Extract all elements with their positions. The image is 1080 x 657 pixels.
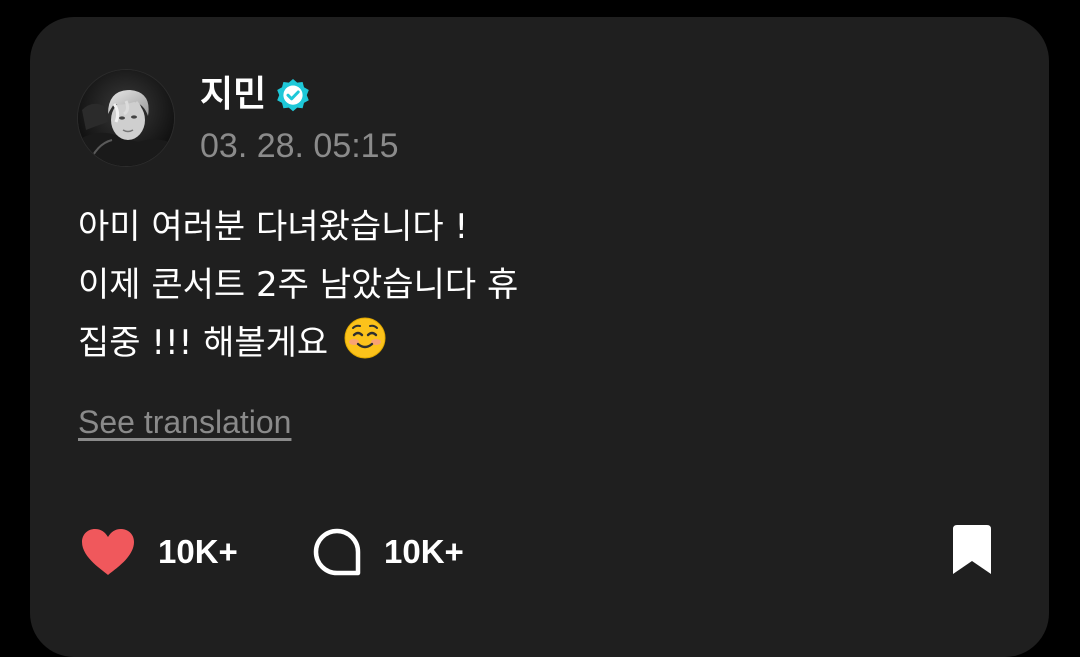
post-body: 아미 여러분 다녀왔습니다 ! 이제 콘서트 2주 남았습니다 휴 집중 !!!… bbox=[78, 198, 998, 372]
post-actions-bar: 10K+ 10K+ bbox=[30, 522, 1049, 582]
post-card: 지민 03. 28. 05:15 아미 여러분 다녀왔습니다 ! 이제 콘서트 … bbox=[30, 17, 1049, 657]
post-body-line: 이제 콘서트 2주 남았습니다 휴 bbox=[78, 265, 519, 305]
author-name[interactable]: 지민 bbox=[200, 73, 266, 117]
comment-count: 10K+ bbox=[384, 533, 464, 570]
comment-bubble-icon bbox=[313, 528, 361, 576]
post-body-line: 집중 !!! 해볼게요 bbox=[78, 314, 998, 372]
avatar-photo bbox=[78, 70, 174, 166]
post-body-line-text: 집중 !!! 해볼게요 bbox=[78, 323, 329, 363]
heart-icon bbox=[82, 529, 134, 575]
avatar[interactable] bbox=[78, 70, 174, 166]
comment-button[interactable]: 10K+ bbox=[312, 522, 464, 582]
post-body-line: 아미 여러분 다녀왔습니다 ! bbox=[78, 207, 469, 247]
like-count: 10K+ bbox=[158, 533, 238, 570]
like-button[interactable]: 10K+ bbox=[80, 522, 238, 582]
see-translation-link[interactable]: See translation bbox=[78, 402, 291, 442]
verified-check-icon bbox=[277, 79, 309, 112]
bookmark-icon[interactable] bbox=[949, 524, 995, 576]
smiling-face-emoji-icon bbox=[344, 317, 386, 359]
post-timestamp: 03. 28. 05:15 bbox=[200, 127, 399, 165]
